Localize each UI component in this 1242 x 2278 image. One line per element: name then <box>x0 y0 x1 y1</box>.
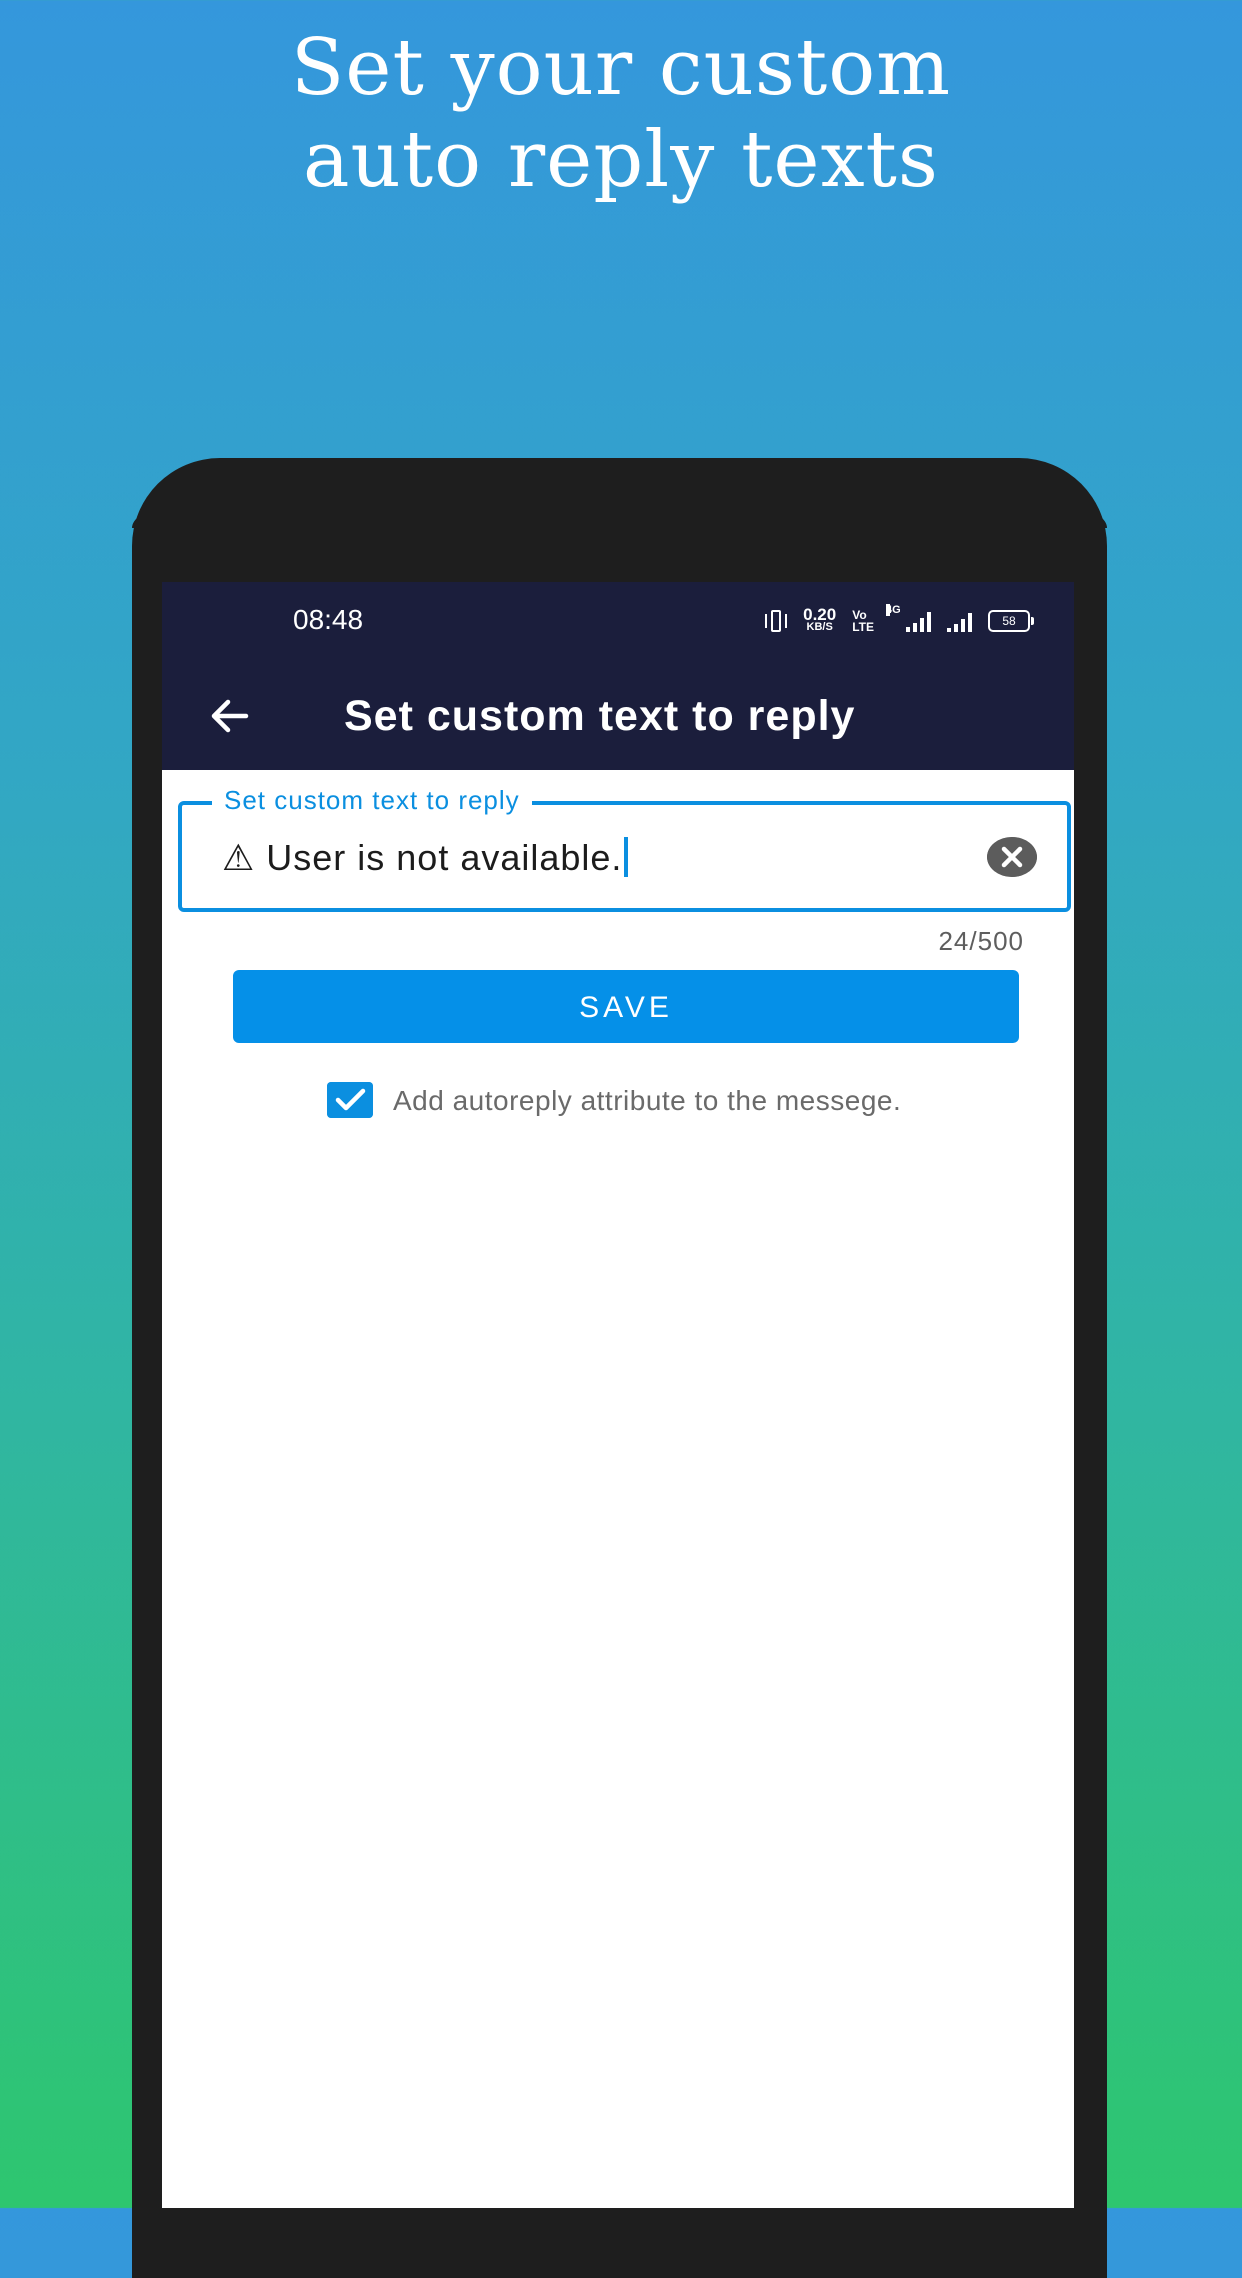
field-label: Set custom text to reply <box>212 785 532 816</box>
close-circle-icon[interactable] <box>987 837 1037 877</box>
volte-icon: Vo LTE <box>852 609 874 633</box>
battery-icon: 58 <box>988 610 1034 632</box>
arrow-left-icon[interactable] <box>206 692 254 740</box>
net-speed-icon: 0.20 KB/S <box>803 605 837 634</box>
status-time: 08:48 <box>293 604 364 635</box>
vibrate-icon <box>765 608 788 634</box>
field-value-text: ⚠ User is not available. <box>222 837 623 878</box>
autoreply-attribute-label[interactable]: Add autoreply attribute to the messege. <box>393 1085 901 1117</box>
volte-bottom: LTE <box>852 620 874 634</box>
signal-4g-icon: 4G <box>886 604 931 632</box>
custom-reply-text-field[interactable]: Set custom text to reply ⚠ User is not a… <box>178 785 1071 912</box>
promo-title: Set your custom auto reply texts <box>0 22 1242 206</box>
status-bar: 08:48 0.20 KB/S Vo LTE 4G 58 <box>162 582 1074 662</box>
text-cursor <box>624 837 629 877</box>
autoreply-attribute-checkbox[interactable] <box>327 1082 373 1118</box>
net-speed-value: 0.20 <box>803 605 837 624</box>
custom-reply-input[interactable]: ⚠ User is not available. <box>222 837 629 879</box>
net-speed-unit: KB/S <box>806 621 833 633</box>
phone-screen: 08:48 0.20 KB/S Vo LTE 4G 58 Set custom … <box>162 582 1074 2208</box>
status-icons: 0.20 KB/S Vo LTE 4G 58 <box>765 604 1034 636</box>
signal-icon <box>947 610 972 632</box>
network-type: 4G <box>886 604 901 616</box>
promo-title-line-2: auto reply texts <box>303 115 939 205</box>
save-button[interactable]: SAVE <box>233 970 1019 1043</box>
character-counter: 24/500 <box>938 926 1024 956</box>
page-title: Set custom text to reply <box>344 692 856 740</box>
app-bar: Set custom text to reply <box>162 662 1074 770</box>
promo-title-line-1: Set your custom <box>290 23 952 113</box>
